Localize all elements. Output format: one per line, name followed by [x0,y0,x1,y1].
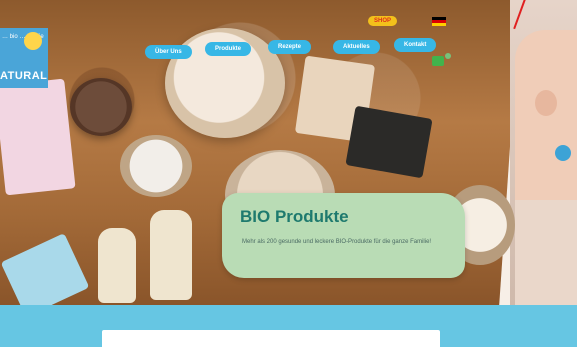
nav-news[interactable]: Aktuelles [333,40,380,54]
product-pack [0,78,76,196]
marshmallow-bowl [120,135,192,197]
cart-count-dot [445,53,451,59]
nav-about[interactable]: Über Uns [145,45,192,59]
card-text: Mehr als 200 gesunde und leckere BIO-Pro… [242,239,432,245]
product-tube [98,228,136,303]
nav-contact[interactable]: Kontakt [394,38,437,52]
shop-button[interactable]: SHOP [368,16,398,26]
nav-recipes[interactable]: Rezepte [268,40,312,54]
page: … bio … für die ATURAL Über Uns Produkte… [0,0,577,347]
bio-products-card: BIO Produkte Mehr als 200 gesunde und le… [222,193,465,278]
sun-icon [24,32,42,50]
toy-icon [555,145,571,161]
german-flag-icon[interactable] [432,17,446,26]
search-box[interactable] [102,330,440,347]
child-shirt [515,200,577,305]
cart-icon[interactable] [432,56,444,66]
child-hand [535,90,557,116]
card-title: BIO Produkte [240,207,349,226]
candy-bowl [70,78,132,136]
brand-logo[interactable]: … bio … für die ATURAL [0,28,48,88]
logo-text: ATURAL [0,70,48,82]
nav-products[interactable]: Produkte [205,42,252,56]
product-tube [150,210,192,300]
